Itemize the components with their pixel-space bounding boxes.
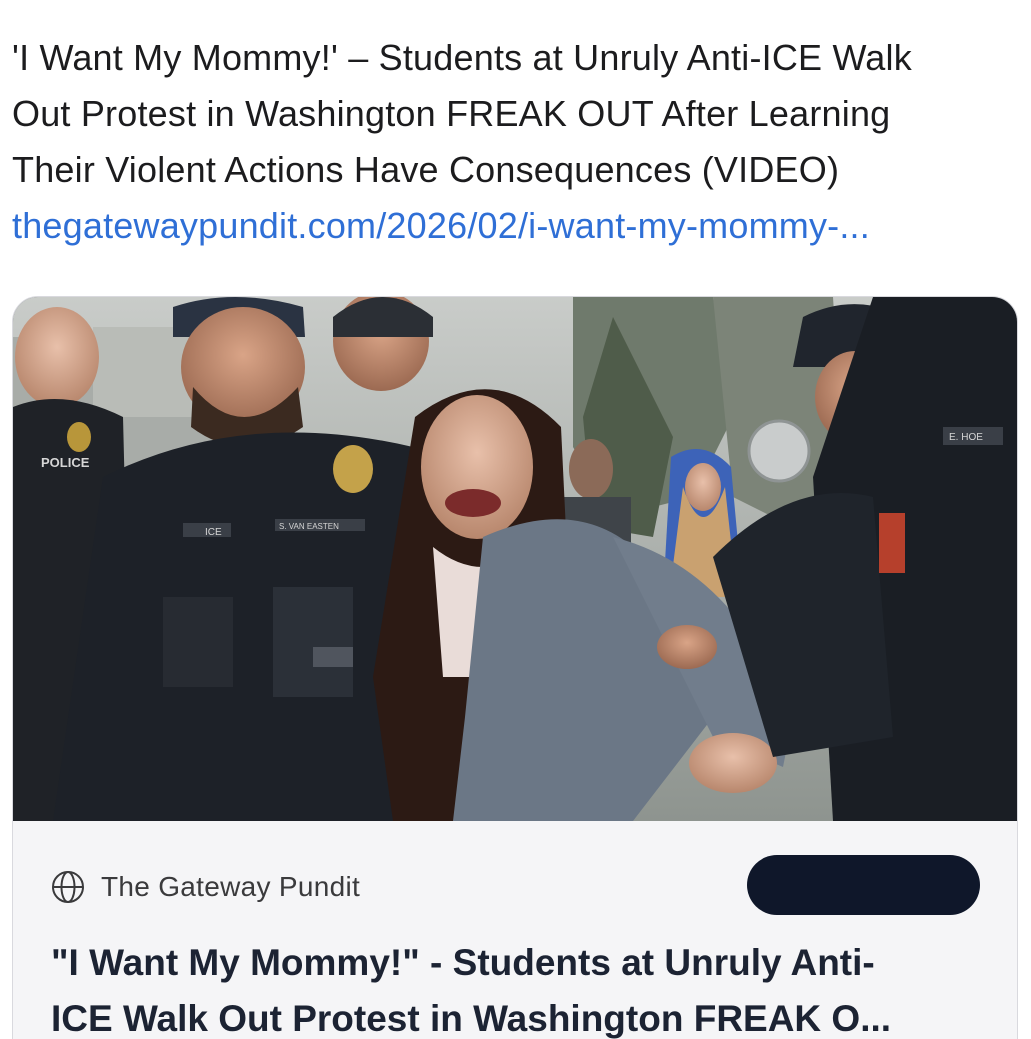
post-body: 'I Want My Mommy!' – Students at Unruly … [12,30,1012,254]
card-headline[interactable]: "I Want My Mommy!" - Students at Unruly … [51,935,991,1039]
post-text-line-2: Out Protest in Washington FREAK OUT Afte… [12,93,891,134]
card-headline-line-1: "I Want My Mommy!" - Students at Unruly … [51,942,875,983]
globe-icon [51,870,85,904]
patch-label-right: E. HOE [949,432,983,443]
card-footer: The Gateway Pundit "I Want My Mommy!" - … [13,821,1017,1039]
redacted-action-button[interactable] [747,855,980,915]
preview-photo: POLICE ICE S. VAN EASTEN E. HOE [13,297,1017,821]
patch-label-ice: ICE [205,527,222,538]
patch-label-police: POLICE [41,455,90,470]
source-name: The Gateway Pundit [101,871,361,902]
link-preview-card[interactable]: POLICE ICE S. VAN EASTEN E. HOE The Gate… [12,296,1018,1039]
patch-label-name: S. VAN EASTEN [279,522,339,531]
post-text-line-1: 'I Want My Mommy!' – Students at Unruly … [12,37,912,78]
card-headline-line-2: ICE Walk Out Protest in Washington FREAK… [51,998,892,1039]
post-text-line-3: Their Violent Actions Have Consequences … [12,149,840,190]
preview-image[interactable]: POLICE ICE S. VAN EASTEN E. HOE [13,297,1017,821]
post-link[interactable]: thegatewaypundit.com/2026/02/i-want-my-m… [12,198,1012,254]
post-view: 'I Want My Mommy!' – Students at Unruly … [0,0,1031,1039]
source-row: The Gateway Pundit [51,869,360,905]
